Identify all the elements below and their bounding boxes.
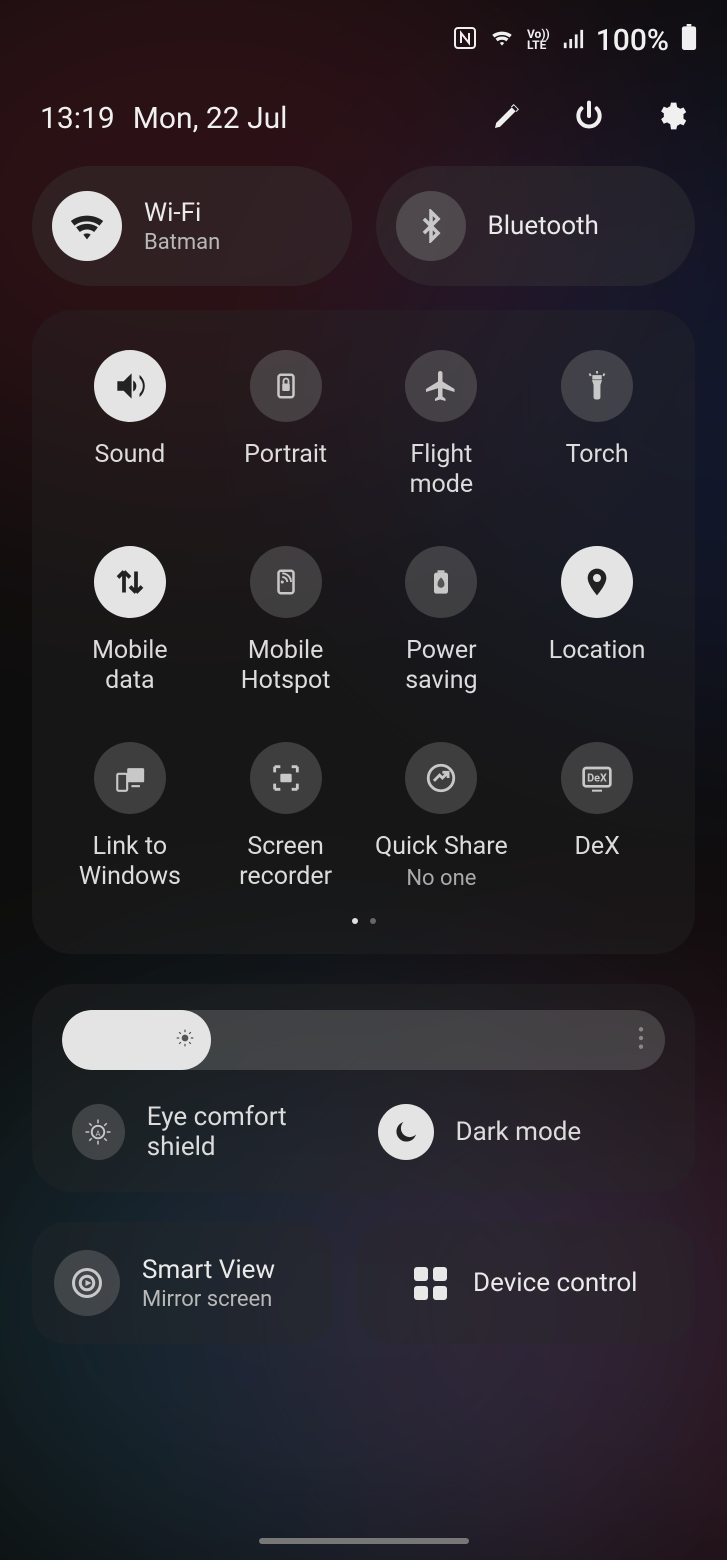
device-control-tile[interactable]: Device control [357,1222,696,1344]
bluetooth-tile[interactable]: Bluetooth [376,166,696,286]
location-icon [561,546,633,618]
page-indicator [52,918,675,924]
wifi-status-icon [489,23,515,58]
airplane-icon [405,350,477,422]
panel-header: 13:19 Mon, 22 Jul [0,100,727,136]
quick-share-sub: No one [406,866,476,891]
bluetooth-icon [396,191,466,261]
eye-comfort-tile[interactable]: A Eye comfort shield [72,1102,350,1162]
sound-icon [94,350,166,422]
power-saving-label: Powersaving [405,636,477,696]
mobile-data-icon [94,546,166,618]
quick-settings-panel: Sound Portrait Flightmode Torch [32,310,695,954]
dex-icon: DeX [561,742,633,814]
svg-text:DeX: DeX [587,771,607,784]
volte-icon: Vo))LTE [527,29,550,51]
sound-label: Sound [94,440,165,470]
location-label: Location [549,636,646,666]
flight-mode-tile[interactable]: Flightmode [364,350,520,500]
link-to-windows-tile[interactable]: Link toWindows [52,742,208,892]
flight-mode-label: Flightmode [410,440,474,500]
torch-tile[interactable]: Torch [519,350,675,500]
quick-share-tile[interactable]: Quick Share No one [364,742,520,892]
device-control-title: Device control [473,1268,637,1298]
battery-icon [681,23,697,58]
brightness-panel: A Eye comfort shield Dark mode [32,984,695,1192]
brightness-slider[interactable] [62,1010,665,1070]
smart-view-title: Smart View [142,1255,275,1285]
mobile-data-label: Mobiledata [92,636,168,696]
dex-label: DeX [574,832,619,862]
link-to-windows-icon [94,742,166,814]
power-icon[interactable] [573,100,605,136]
dex-tile[interactable]: DeX DeX [519,742,675,892]
wifi-sub: Batman [144,230,220,255]
nfc-icon [453,23,477,58]
status-bar: Vo))LTE 100% [0,0,727,80]
dark-mode-label: Dark mode [456,1117,582,1147]
gear-icon[interactable] [655,100,687,136]
portrait-label: Portrait [244,440,327,470]
edit-icon[interactable] [491,100,523,136]
date-text[interactable]: Mon, 22 Jul [133,101,288,136]
wifi-icon [52,191,122,261]
clock-text[interactable]: 13:19 [40,101,115,136]
portrait-tile[interactable]: Portrait [208,350,364,500]
rotation-lock-icon [250,350,322,422]
smart-view-tile[interactable]: Smart View Mirror screen [32,1222,333,1344]
screen-recorder-icon [250,742,322,814]
dark-mode-icon [378,1104,434,1160]
svg-text:A: A [96,1129,101,1138]
sound-tile[interactable]: Sound [52,350,208,500]
eye-comfort-icon: A [72,1104,125,1160]
dark-mode-tile[interactable]: Dark mode [378,1104,656,1160]
battery-percent: 100% [596,23,669,58]
screen-recorder-tile[interactable]: Screenrecorder [208,742,364,892]
torch-label: Torch [566,440,629,470]
brightness-more-icon[interactable] [637,1025,645,1055]
brightness-low-icon [175,1028,195,1052]
mobile-hotspot-tile[interactable]: MobileHotspot [208,546,364,696]
mobile-data-tile[interactable]: Mobiledata [52,546,208,696]
smart-view-icon [54,1250,120,1316]
mobile-hotspot-label: MobileHotspot [241,636,331,696]
nav-handle[interactable] [259,1538,469,1544]
wifi-title: Wi-Fi [144,198,220,228]
bluetooth-title: Bluetooth [488,211,599,241]
device-control-icon [414,1267,447,1300]
link-to-windows-label: Link toWindows [79,832,181,892]
power-saving-icon [405,546,477,618]
quick-share-icon [405,742,477,814]
eye-comfort-label: Eye comfort shield [147,1102,350,1162]
power-saving-tile[interactable]: Powersaving [364,546,520,696]
location-tile[interactable]: Location [519,546,675,696]
screen-recorder-label: Screenrecorder [239,832,332,892]
quick-share-label: Quick Share [375,832,508,862]
smart-view-sub: Mirror screen [142,1287,275,1312]
hotspot-icon [250,546,322,618]
torch-icon [561,350,633,422]
signal-icon [562,23,584,58]
wifi-tile[interactable]: Wi-Fi Batman [32,166,352,286]
